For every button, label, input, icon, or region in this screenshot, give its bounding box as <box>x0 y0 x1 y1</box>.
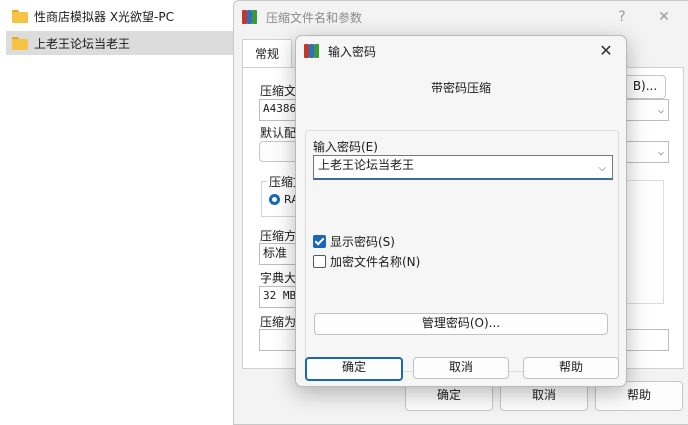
folder-label: 上老王论坛当老王 <box>34 36 131 51</box>
folder-icon <box>12 36 28 50</box>
tab-general[interactable]: 常规 <box>242 39 292 68</box>
manage-passwords-button[interactable]: 管理密码(O)... <box>314 313 608 335</box>
dictionary-label: 字典大 <box>260 271 297 285</box>
folder-icon <box>12 9 28 23</box>
window-title: 压缩文件名和参数 <box>266 10 363 25</box>
ok-button[interactable]: 确定 <box>305 357 403 381</box>
folder-item-selected[interactable]: 上老王论坛当老王 <box>6 31 234 55</box>
show-password-checkbox[interactable] <box>313 235 326 248</box>
chevron-down-icon[interactable]: ⌵ <box>598 159 606 178</box>
split-volumes-label: 压缩为 <box>260 315 297 329</box>
password-input[interactable]: 上老王论坛当老王 ⌵ <box>313 155 613 180</box>
profile-label: 默认配 <box>260 126 297 140</box>
filename-dropdown[interactable]: ⌵ <box>624 99 669 121</box>
close-icon[interactable]: ✕ <box>652 7 676 27</box>
split-unit-dropdown[interactable] <box>624 329 669 351</box>
winrar-icon <box>304 43 320 59</box>
dialog-heading: 带密码压缩 <box>430 81 491 95</box>
chevron-down-icon: ⌵ <box>657 105 664 116</box>
chevron-down-icon: ⌵ <box>657 147 664 158</box>
folder-label: 性商店模拟器 X光欲望-PC <box>34 9 174 24</box>
password-value: 上老王论坛当老王 <box>318 158 415 172</box>
help-icon[interactable]: ? <box>610 7 634 27</box>
password-label: 输入密码(E) <box>313 140 378 154</box>
close-icon[interactable]: ✕ <box>594 40 618 62</box>
filename-label: 压缩文 <box>260 84 297 98</box>
dialog-titlebar: 输入密码 ✕ <box>296 36 626 66</box>
password-dialog: 输入密码 ✕ 带密码压缩 输入密码(E) 上老王论坛当老王 ⌵ 显示密码(S) … <box>295 35 627 387</box>
encrypt-names-option[interactable]: 加密文件名称(N) <box>313 253 420 270</box>
show-password-option[interactable]: 显示密码(S) <box>313 233 395 250</box>
cancel-button[interactable]: 取消 <box>413 357 509 379</box>
folder-item[interactable]: 性商店模拟器 X光欲望-PC <box>6 4 234 28</box>
dialog-title: 输入密码 <box>328 44 377 59</box>
show-password-label: 显示密码(S) <box>330 235 395 249</box>
update-mode-dropdown[interactable]: ⌵ <box>624 141 669 163</box>
window-titlebar: 压缩文件名和参数 ? ✕ <box>234 1 688 33</box>
browse-button[interactable]: B)... <box>624 75 666 99</box>
winrar-icon <box>242 9 258 25</box>
rar-radio[interactable] <box>269 194 280 205</box>
encrypt-names-checkbox[interactable] <box>313 255 326 268</box>
encrypt-names-label: 加密文件名称(N) <box>330 255 421 269</box>
method-label: 压缩方 <box>260 229 297 243</box>
options-group <box>624 180 664 304</box>
help-button[interactable]: 帮助 <box>523 357 619 379</box>
